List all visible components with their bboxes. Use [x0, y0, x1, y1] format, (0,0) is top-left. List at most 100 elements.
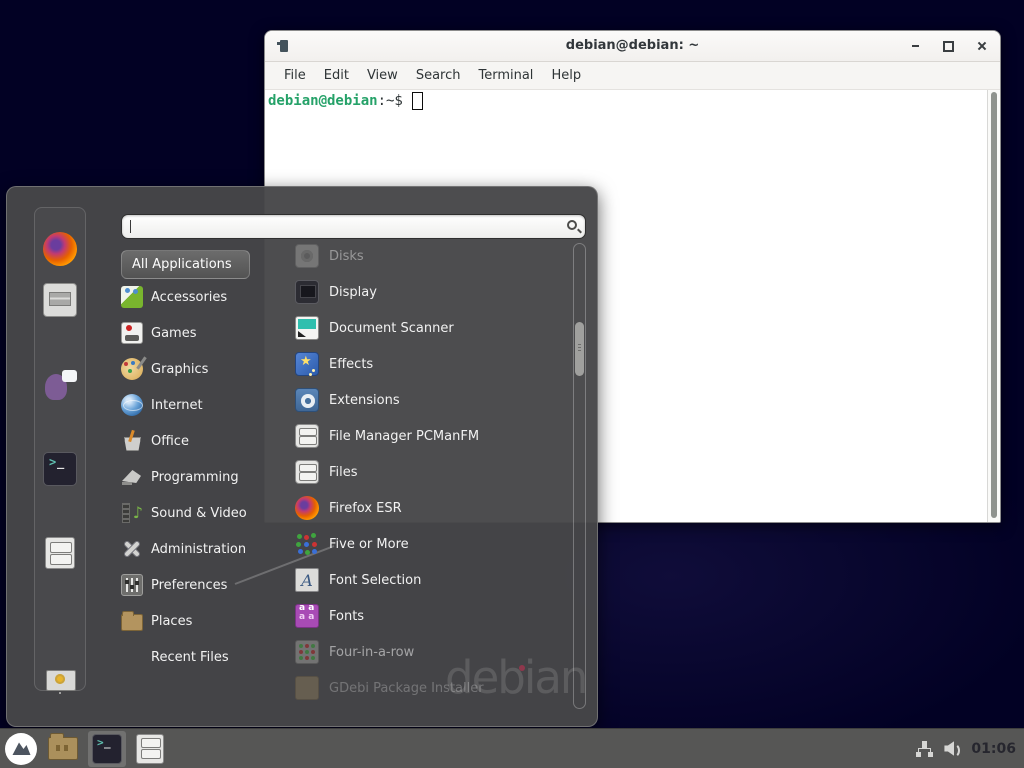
category-label: Preferences — [151, 578, 227, 593]
font-selection-icon — [295, 568, 319, 592]
category-label: Accessories — [151, 290, 227, 305]
app-item-four-in-a-row[interactable]: Four-in-a-row — [289, 634, 565, 670]
category-label: Places — [151, 614, 192, 629]
category-label: Internet — [151, 398, 203, 413]
file-browser-launcher-icon[interactable] — [48, 737, 78, 760]
taskbar-left — [4, 729, 164, 768]
all-applications-button[interactable]: All Applications — [121, 250, 250, 279]
close-button[interactable] — [971, 36, 992, 57]
app-item-extensions[interactable]: Extensions — [289, 382, 565, 418]
window-controls — [905, 31, 992, 61]
app-label: Fonts — [329, 609, 364, 624]
file-manager-launcher-icon[interactable] — [136, 734, 164, 764]
category-preferences[interactable]: Preferences — [121, 567, 271, 603]
category-administration[interactable]: Administration — [121, 531, 271, 567]
menu-file[interactable]: File — [275, 64, 315, 87]
terminal-titlebar[interactable]: debian@debian: ~ — [265, 31, 1000, 62]
desktop: debian@debian: ~ File Edit View Search T… — [0, 0, 1024, 768]
favorites-panel — [34, 207, 86, 691]
category-label: Office — [151, 434, 189, 449]
pidgin-messenger-icon[interactable] — [43, 368, 77, 402]
category-places[interactable]: Places — [121, 603, 271, 639]
menu-edit[interactable]: Edit — [315, 64, 358, 87]
app-label: Display — [329, 285, 377, 300]
fonts-icon — [295, 604, 319, 628]
gdebi-icon — [295, 676, 319, 700]
app-label: Firefox ESR — [329, 501, 402, 516]
package-manager-icon[interactable] — [43, 283, 77, 317]
menu-search[interactable]: Search — [407, 64, 470, 87]
display-icon — [295, 280, 319, 304]
category-graphics[interactable]: Graphics — [121, 351, 271, 387]
disks-icon — [295, 244, 319, 268]
menu-terminal[interactable]: Terminal — [469, 64, 542, 87]
volume-icon[interactable] — [944, 741, 960, 756]
terminal-task-button[interactable] — [88, 731, 126, 767]
clock[interactable]: 01:06 — [971, 741, 1016, 757]
app-item-fonts[interactable]: Fonts — [289, 598, 565, 634]
app-item-gdebi[interactable]: GDebi Package Installer — [289, 670, 565, 706]
file-manager-icon — [295, 424, 319, 448]
category-games[interactable]: Games — [121, 315, 271, 351]
office-icon — [121, 430, 143, 452]
terminal-menubar: File Edit View Search Terminal Help — [265, 62, 1000, 90]
app-item-disks[interactable]: Disks — [289, 238, 565, 274]
terminal-icon[interactable] — [43, 452, 77, 486]
terminal-scrollbar[interactable] — [987, 90, 1000, 522]
five-or-more-icon — [295, 532, 319, 556]
app-item-display[interactable]: Display — [289, 274, 565, 310]
category-label: Recent Files — [151, 650, 229, 665]
files-icon — [295, 460, 319, 484]
app-label: Five or More — [329, 537, 409, 552]
app-label: Font Selection — [329, 573, 421, 588]
network-icon[interactable] — [916, 741, 933, 757]
app-item-file-manager-pcmanfm[interactable]: File Manager PCManFM — [289, 418, 565, 454]
app-item-effects[interactable]: Effects — [289, 346, 565, 382]
effects-icon — [295, 352, 319, 376]
app-item-files[interactable]: Files — [289, 454, 565, 490]
shell-prompt: debian@debian:~$ — [268, 92, 423, 110]
window-title: debian@debian: ~ — [265, 38, 1000, 53]
category-label: Games — [151, 326, 196, 341]
category-recent-files[interactable]: Recent Files — [121, 639, 271, 675]
programming-icon — [121, 466, 143, 488]
category-accessories[interactable]: Accessories — [121, 279, 271, 315]
text-caret — [130, 220, 131, 233]
maximize-button[interactable] — [938, 36, 959, 57]
places-icon — [121, 614, 143, 631]
lock-screen-icon[interactable] — [43, 665, 77, 699]
four-in-a-row-icon — [295, 640, 319, 664]
category-label: Sound & Video — [151, 506, 247, 521]
no-icon — [121, 646, 143, 668]
terminal-cursor — [412, 92, 423, 110]
minimize-button[interactable] — [905, 36, 926, 57]
app-item-font-selection[interactable]: Font Selection — [289, 562, 565, 598]
taskbar-tray: 01:06 — [916, 729, 1016, 768]
app-item-document-scanner[interactable]: Document Scanner — [289, 310, 565, 346]
menu-button[interactable] — [4, 732, 38, 766]
terminal-scrollbar-thumb[interactable] — [991, 92, 997, 518]
category-list: Accessories Games Graphics Internet Offi… — [121, 279, 271, 675]
category-label: Administration — [151, 542, 246, 557]
app-label: Four-in-a-row — [329, 645, 414, 660]
file-manager-icon[interactable] — [45, 537, 75, 569]
games-icon — [121, 322, 143, 344]
firefox-icon — [295, 496, 319, 520]
category-sound-video[interactable]: Sound & Video — [121, 495, 271, 531]
app-item-five-or-more[interactable]: Five or More — [289, 526, 565, 562]
application-list: Disks Display Document Scanner Effects E… — [289, 238, 565, 706]
menu-help[interactable]: Help — [542, 64, 590, 87]
category-internet[interactable]: Internet — [121, 387, 271, 423]
search-input[interactable] — [121, 214, 586, 239]
category-programming[interactable]: Programming — [121, 459, 271, 495]
document-scanner-icon — [295, 316, 319, 340]
app-list-scrollbar-thumb[interactable] — [575, 322, 584, 376]
menu-view[interactable]: View — [358, 64, 407, 87]
firefox-icon[interactable] — [43, 232, 77, 266]
category-office[interactable]: Office — [121, 423, 271, 459]
accessories-icon — [121, 286, 143, 308]
graphics-icon — [121, 358, 143, 380]
category-label: Programming — [151, 470, 239, 485]
app-list-scrollbar[interactable] — [573, 243, 586, 709]
app-item-firefox-esr[interactable]: Firefox ESR — [289, 490, 565, 526]
